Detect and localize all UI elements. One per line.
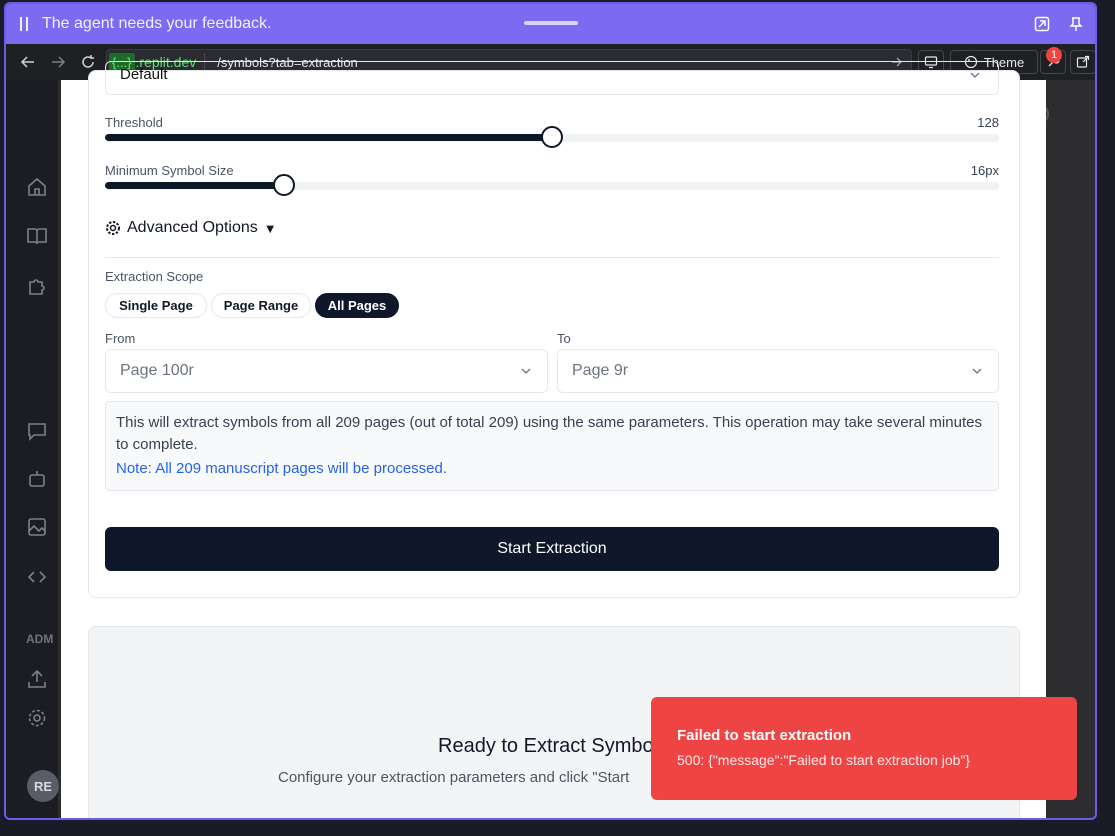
upload-icon[interactable] <box>26 668 48 690</box>
open-new-tab-button[interactable] <box>1070 50 1095 74</box>
min-symbol-size-label: Minimum Symbol Size <box>105 163 234 178</box>
scope-option-label: Page Range <box>223 298 299 313</box>
to-page-value: Page 9r <box>572 362 629 379</box>
start-extraction-button[interactable]: Start Extraction <box>105 527 999 571</box>
extraction-note-text: Note: All 209 manuscript pages will be p… <box>116 460 448 477</box>
preset-select[interactable]: Default <box>105 61 999 95</box>
min-symbol-size-value: 16px <box>970 163 999 178</box>
scope-single-page-button[interactable]: Single Page <box>105 293 207 318</box>
drag-handle-icon[interactable] <box>20 17 28 31</box>
extraction-info-text: This will extract symbols from all 209 p… <box>116 414 982 453</box>
gear-icon <box>106 221 120 235</box>
to-page-select[interactable]: Page 9r <box>557 349 999 393</box>
threshold-slider[interactable] <box>105 126 999 148</box>
expand-icon[interactable] <box>1034 16 1050 32</box>
preset-select-value: Default <box>120 66 168 83</box>
empty-state-title: Ready to Extract Symbo <box>438 735 654 757</box>
scope-all-pages-button[interactable]: All Pages <box>315 293 399 318</box>
toast-title: Failed to start extraction <box>677 727 852 744</box>
sidebar: ADM RE <box>6 80 59 818</box>
admin-section-label: ADM <box>26 632 54 646</box>
toast-message: 500: {"message":"Failed to start extract… <box>677 752 971 768</box>
advanced-options-toggle[interactable]: Advanced Options ▼ <box>105 219 277 237</box>
chevron-down-icon <box>970 72 980 78</box>
extraction-info-box: This will extract symbols from all 209 p… <box>105 401 999 491</box>
images-icon[interactable] <box>26 516 48 538</box>
min-symbol-size-slider-fill <box>105 182 284 189</box>
agent-feedback-bar[interactable]: The agent needs your feedback. <box>6 4 1095 44</box>
home-icon[interactable] <box>26 176 48 198</box>
user-avatar[interactable]: RE <box>27 770 59 802</box>
book-icon[interactable] <box>26 225 48 247</box>
scope-page-range-button[interactable]: Page Range <box>211 293 311 318</box>
from-page-select[interactable]: Page 100r <box>105 349 548 393</box>
extraction-scope-label: Extraction Scope <box>105 269 204 284</box>
scope-option-label: Single Page <box>119 298 193 313</box>
empty-state-subtitle: Configure your extraction parameters and… <box>278 769 630 786</box>
chat-icon[interactable] <box>26 420 48 442</box>
puzzle-icon[interactable] <box>26 275 48 297</box>
to-label: To <box>557 331 571 346</box>
min-symbol-size-slider-knob[interactable] <box>273 174 295 196</box>
caret-down-icon: ▼ <box>263 220 277 236</box>
error-toast[interactable]: Failed to start extraction 500: {"messag… <box>651 697 1077 800</box>
chevron-down-icon <box>972 368 982 374</box>
window-bottom-edge <box>0 820 1115 836</box>
start-extraction-label: Start Extraction <box>497 540 607 557</box>
threshold-label: Threshold <box>105 115 163 130</box>
min-symbol-size-slider[interactable] <box>105 174 999 196</box>
back-arrow-icon[interactable] <box>20 54 36 70</box>
threshold-slider-knob[interactable] <box>541 126 563 148</box>
agent-feedback-message: The agent needs your feedback. <box>42 15 272 32</box>
reload-icon[interactable] <box>80 54 96 70</box>
extraction-settings-card: Default Threshold 128 Minimum Symbol Siz… <box>88 61 1020 598</box>
scope-option-label: All Pages <box>327 298 387 313</box>
notification-badge: 1 <box>1046 47 1062 63</box>
threshold-slider-fill <box>105 134 552 141</box>
code-icon[interactable] <box>26 566 48 588</box>
pin-icon[interactable] <box>1068 16 1084 32</box>
advanced-options-label: Advanced Options <box>127 219 258 236</box>
from-page-value: Page 100r <box>120 362 194 379</box>
external-link-icon <box>1076 55 1090 68</box>
forward-arrow-icon[interactable] <box>50 54 66 70</box>
settings-gear-icon[interactable] <box>26 707 48 729</box>
chevron-down-icon <box>521 368 531 374</box>
resize-handle[interactable] <box>524 21 578 25</box>
threshold-value: 128 <box>977 115 999 130</box>
from-label: From <box>105 331 136 346</box>
divider <box>105 257 999 258</box>
bot-icon[interactable] <box>26 468 48 490</box>
